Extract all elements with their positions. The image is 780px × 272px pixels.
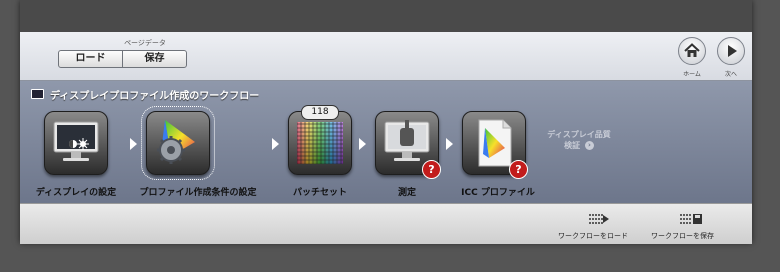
step-label-icc-profile: ICC プロファイル (461, 188, 535, 198)
profile-conditions-step[interactable] (141, 106, 215, 180)
home-button[interactable] (678, 37, 706, 65)
arrow-icon (272, 138, 279, 150)
page-data-segmented-control: ロード 保存 (58, 50, 187, 68)
warning-icon: ? (509, 160, 528, 179)
verify-label-text: 検証 (564, 141, 581, 150)
load-workflow-label: ワークフローをロード (558, 232, 628, 240)
page-data-label: ページデータ (124, 39, 166, 47)
verify-label-line1: ディスプレイ品質 (547, 130, 611, 139)
arrow-right-icon: › (584, 141, 594, 150)
play-icon (728, 45, 737, 57)
load-workflow-button[interactable]: ワークフローをロード (558, 204, 642, 244)
display-quality-verify-link[interactable]: ディスプレイ品質 検証 › (539, 129, 619, 151)
home-icon (684, 43, 700, 57)
display-settings-step[interactable] (44, 111, 108, 175)
patch-set-icon (297, 122, 343, 164)
workflow-panel: ディスプレイプロファイル作成のワークフロー ディスプレイの設定 プロファイル作成… (20, 81, 752, 203)
step-label-patch-set: パッチセット (292, 188, 347, 198)
monitor-icon (31, 89, 44, 99)
footer-bar: ワークフローをロード ワークフローを保存 (20, 203, 752, 244)
step-label-display-settings: ディスプレイの設定 (35, 188, 117, 198)
step-label-profile-conditions: プロファイル作成条件の設定 (139, 188, 257, 198)
next-button[interactable] (717, 37, 745, 65)
patch-set-step[interactable] (288, 111, 352, 175)
display-settings-icon (53, 121, 99, 161)
workflow-title: ディスプレイプロファイル作成のワークフロー (50, 91, 260, 102)
patch-count-badge: 118 (301, 105, 339, 120)
profile-conditions-icon (157, 120, 195, 164)
home-label: ホーム (683, 71, 701, 78)
save-workflow-label: ワークフローを保存 (651, 232, 714, 240)
next-label: 次へ (724, 71, 737, 78)
arrow-icon (446, 138, 453, 150)
toolbar: ページデータ ロード 保存 ホーム 次へ (20, 32, 752, 81)
step-label-measurement: 測定 (397, 188, 416, 198)
verify-label-line2: 検証 › (539, 140, 619, 151)
warning-icon: ? (422, 160, 441, 179)
arrow-icon (359, 138, 366, 150)
save-button[interactable]: 保存 (122, 51, 186, 67)
load-button[interactable]: ロード (59, 51, 122, 67)
save-workflow-button[interactable]: ワークフローを保存 (651, 204, 731, 244)
main-window: ページデータ ロード 保存 ホーム 次へ ディスプレイプロファイル作成のワークフ… (20, 0, 752, 244)
arrow-icon (130, 138, 137, 150)
load-workflow-icon (589, 214, 609, 224)
save-workflow-icon (680, 214, 702, 224)
